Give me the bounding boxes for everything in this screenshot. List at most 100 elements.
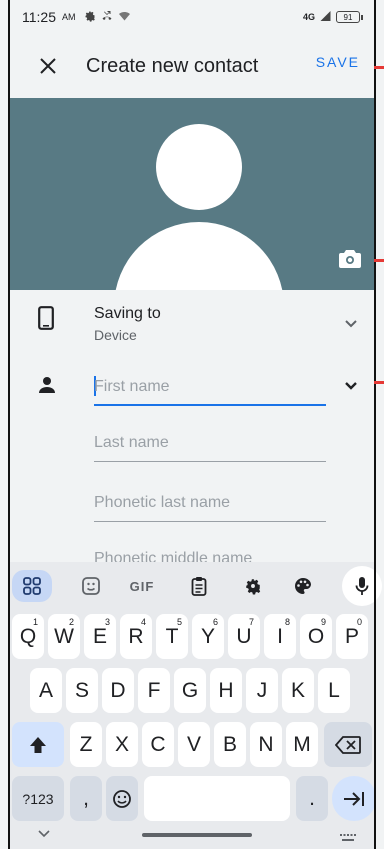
key-e[interactable]: E3 xyxy=(84,614,116,659)
key-m[interactable]: M xyxy=(286,722,318,767)
key-label: W xyxy=(54,624,74,648)
person-icon xyxy=(38,376,56,399)
status-left: 11:25 AM xyxy=(22,9,131,25)
avatar-body xyxy=(114,222,284,290)
key-p[interactable]: P0 xyxy=(336,614,368,659)
key-label: U xyxy=(236,624,252,648)
key-c[interactable]: C xyxy=(142,722,174,767)
contact-form: Saving to Device First name Last name Ph… xyxy=(10,290,374,562)
gear-icon xyxy=(84,9,96,25)
frame-left-edge xyxy=(8,0,10,849)
arrow-right-bar-icon xyxy=(344,791,364,806)
key-o[interactable]: O9 xyxy=(300,614,332,659)
sticker-button[interactable] xyxy=(76,570,106,602)
phone-icon xyxy=(38,306,54,335)
voice-input-button[interactable] xyxy=(342,566,382,606)
chevron-down-icon xyxy=(344,316,358,334)
clipboard-icon xyxy=(191,577,207,596)
network-type: 4G xyxy=(302,12,315,22)
missed-call-icon xyxy=(101,9,113,25)
space-key[interactable] xyxy=(144,776,290,821)
key-r[interactable]: R4 xyxy=(120,614,152,659)
status-time: 11:25 xyxy=(22,9,56,25)
avatar-head xyxy=(156,124,242,210)
key-hint: 6 xyxy=(212,617,218,627)
last-name-field[interactable]: Last name xyxy=(94,426,326,462)
palette-icon xyxy=(295,578,311,594)
close-button[interactable] xyxy=(24,42,72,90)
signal-icon xyxy=(319,9,332,25)
key-hint: 9 xyxy=(320,617,326,627)
keyboard-switch-button[interactable] xyxy=(340,829,356,847)
key-n[interactable]: N xyxy=(250,722,282,767)
backspace-icon xyxy=(335,735,361,754)
key-label: P xyxy=(344,624,359,648)
backspace-key[interactable] xyxy=(324,722,372,767)
keyboard: GIF Q1 W2 E3 R4 T5 Y6 U7 I8 O9 P0 A S D … xyxy=(10,562,382,849)
key-hint: 4 xyxy=(140,617,146,627)
keyboard-toolbar: GIF xyxy=(10,566,382,606)
key-hint: 8 xyxy=(284,617,290,627)
shift-icon xyxy=(30,736,46,753)
key-hint: 3 xyxy=(104,617,110,627)
status-ampm: AM xyxy=(62,12,76,22)
key-i[interactable]: I8 xyxy=(264,614,296,659)
key-g[interactable]: G xyxy=(174,668,206,713)
battery-icon: 91 xyxy=(336,11,363,23)
key-k[interactable]: K xyxy=(282,668,314,713)
expand-name-button[interactable] xyxy=(344,378,358,396)
key-f[interactable]: F xyxy=(138,668,170,713)
annotation-marker xyxy=(374,66,384,69)
symbols-key[interactable]: ?123 xyxy=(12,776,64,821)
camera-icon xyxy=(339,250,361,268)
save-button[interactable]: SAVE xyxy=(316,54,360,70)
key-hint: 7 xyxy=(248,617,254,627)
microphone-icon xyxy=(355,577,369,595)
key-l[interactable]: L xyxy=(318,668,350,713)
phonetic-last-name-field[interactable]: Phonetic last name xyxy=(94,486,326,522)
clipboard-button[interactable] xyxy=(184,570,214,602)
emoji-key[interactable] xyxy=(106,776,138,821)
key-s[interactable]: S xyxy=(66,668,98,713)
home-indicator[interactable] xyxy=(142,833,252,837)
annotation-marker xyxy=(374,381,384,384)
key-hint: 5 xyxy=(176,617,182,627)
add-photo-button[interactable] xyxy=(334,244,366,274)
phonetic-middle-name-field[interactable]: Phonetic middle name xyxy=(94,542,326,562)
key-q[interactable]: Q1 xyxy=(12,614,44,659)
gear-icon xyxy=(246,579,261,595)
next-key[interactable] xyxy=(332,776,376,821)
contact-photo-area[interactable] xyxy=(10,98,374,290)
theme-button[interactable] xyxy=(288,570,318,602)
hide-keyboard-button[interactable] xyxy=(38,825,50,843)
shift-key[interactable] xyxy=(12,722,64,767)
key-w[interactable]: W2 xyxy=(48,614,80,659)
annotation-marker xyxy=(374,259,384,262)
keyboard-icon xyxy=(340,834,356,841)
key-u[interactable]: U7 xyxy=(228,614,260,659)
comma-key[interactable]: , xyxy=(70,776,102,821)
key-v[interactable]: V xyxy=(178,722,210,767)
frame-right-edge xyxy=(374,0,376,849)
period-key[interactable]: . xyxy=(296,776,328,821)
first-name-field[interactable]: First name xyxy=(94,370,326,406)
key-y[interactable]: Y6 xyxy=(192,614,224,659)
saving-to-value: Device xyxy=(94,327,137,343)
key-hint: 0 xyxy=(356,617,362,627)
navigation-bar xyxy=(10,819,374,849)
page-title: Create new contact xyxy=(86,54,259,77)
key-z[interactable]: Z xyxy=(70,722,102,767)
saving-to-selector[interactable]: Saving to Device xyxy=(10,300,374,350)
key-j[interactable]: J xyxy=(246,668,278,713)
gif-button[interactable]: GIF xyxy=(122,570,162,602)
key-t[interactable]: T5 xyxy=(156,614,188,659)
key-b[interactable]: B xyxy=(214,722,246,767)
key-a[interactable]: A xyxy=(30,668,62,713)
settings-button[interactable] xyxy=(238,570,268,602)
apps-button[interactable] xyxy=(12,570,52,602)
key-x[interactable]: X xyxy=(106,722,138,767)
key-h[interactable]: H xyxy=(210,668,242,713)
phonetic-last-name-placeholder: Phonetic last name xyxy=(94,494,231,511)
key-d[interactable]: D xyxy=(102,668,134,713)
key-label: Y xyxy=(200,624,215,648)
